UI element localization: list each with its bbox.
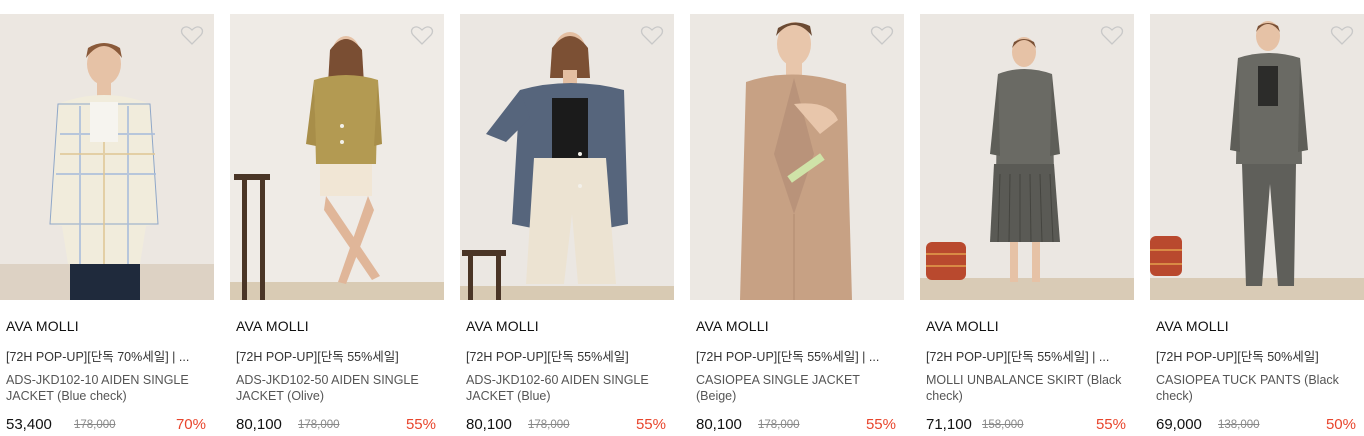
wishlist-heart-icon[interactable]: [410, 24, 434, 46]
model-photo: [230, 14, 444, 300]
model-photo: [0, 14, 214, 300]
price-row: 53,400 178,000 70%: [6, 416, 210, 436]
product-name[interactable]: ADS-JKD102-60 AIDEN SINGLE JACKET (Blue): [466, 372, 670, 404]
product-image[interactable]: [920, 14, 1134, 300]
original-price: 178,000: [528, 419, 570, 431]
wishlist-heart-icon[interactable]: [1330, 24, 1354, 46]
original-price: 158,000: [982, 419, 1024, 431]
original-price: 178,000: [74, 419, 116, 431]
product-name[interactable]: ADS-JKD102-50 AIDEN SINGLE JACKET (Olive…: [236, 372, 440, 404]
product-brand: AVA MOLLI: [1156, 318, 1229, 334]
price-row: 80,100 178,000 55%: [696, 416, 900, 436]
product-name[interactable]: MOLLI UNBALANCE SKIRT (Black check): [926, 372, 1130, 404]
product-promo-tag: [72H POP-UP][단독 55%세일] | ...: [926, 350, 1110, 364]
product-promo-tag: [72H POP-UP][단독 70%세일] | ...: [6, 350, 190, 364]
price-row: 80,100 178,000 55%: [466, 416, 670, 436]
product-card[interactable]: AVA MOLLI [72H POP-UP][단독 55%세일] | ... C…: [690, 0, 904, 436]
sale-price: 53,400: [6, 416, 52, 433]
discount-rate: 55%: [635, 416, 666, 433]
model-photo: [690, 14, 904, 300]
wishlist-heart-icon[interactable]: [640, 24, 664, 46]
sale-price: 80,100: [696, 416, 742, 433]
product-card[interactable]: AVA MOLLI [72H POP-UP][단독 50%세일] CASIOPE…: [1150, 0, 1364, 436]
product-brand: AVA MOLLI: [696, 318, 769, 334]
discount-rate: 55%: [1095, 416, 1126, 433]
model-photo: [920, 14, 1134, 300]
product-grid: AVA MOLLI [72H POP-UP][단독 70%세일] | ... A…: [0, 0, 1364, 436]
product-card[interactable]: AVA MOLLI [72H POP-UP][단독 55%세일] ADS-JKD…: [230, 0, 444, 436]
wishlist-heart-icon[interactable]: [870, 24, 894, 46]
original-price: 178,000: [298, 419, 340, 431]
product-image[interactable]: [690, 14, 904, 300]
price-row: 71,100 158,000 55%: [926, 416, 1130, 436]
discount-rate: 70%: [175, 416, 206, 433]
product-image[interactable]: [230, 14, 444, 300]
product-image[interactable]: [1150, 14, 1364, 300]
price-row: 69,000 138,000 50%: [1156, 416, 1360, 436]
original-price: 178,000: [758, 419, 800, 431]
product-card[interactable]: AVA MOLLI [72H POP-UP][단독 55%세일] | ... M…: [920, 0, 1134, 436]
product-brand: AVA MOLLI: [926, 318, 999, 334]
product-card[interactable]: AVA MOLLI [72H POP-UP][단독 55%세일] ADS-JKD…: [460, 0, 674, 436]
wishlist-heart-icon[interactable]: [1100, 24, 1124, 46]
product-name[interactable]: CASIOPEA SINGLE JACKET (Beige): [696, 372, 900, 404]
model-photo: [1150, 14, 1364, 300]
product-image[interactable]: [460, 14, 674, 300]
original-price: 138,000: [1218, 419, 1260, 431]
product-brand: AVA MOLLI: [236, 318, 309, 334]
price-row: 80,100 178,000 55%: [236, 416, 440, 436]
product-promo-tag: [72H POP-UP][단독 55%세일]: [466, 350, 629, 364]
product-brand: AVA MOLLI: [6, 318, 79, 334]
discount-rate: 50%: [1325, 416, 1356, 433]
sale-price: 80,100: [466, 416, 512, 433]
product-card[interactable]: AVA MOLLI [72H POP-UP][단독 70%세일] | ... A…: [0, 0, 214, 436]
discount-rate: 55%: [405, 416, 436, 433]
product-image[interactable]: [0, 14, 214, 300]
product-brand: AVA MOLLI: [466, 318, 539, 334]
discount-rate: 55%: [865, 416, 896, 433]
product-name[interactable]: ADS-JKD102-10 AIDEN SINGLE JACKET (Blue …: [6, 372, 210, 404]
sale-price: 69,000: [1156, 416, 1202, 433]
product-promo-tag: [72H POP-UP][단독 50%세일]: [1156, 350, 1319, 364]
model-photo: [460, 14, 674, 300]
product-promo-tag: [72H POP-UP][단독 55%세일] | ...: [696, 350, 880, 364]
product-promo-tag: [72H POP-UP][단독 55%세일]: [236, 350, 399, 364]
product-name[interactable]: CASIOPEA TUCK PANTS (Black check): [1156, 372, 1360, 404]
sale-price: 71,100: [926, 416, 972, 433]
sale-price: 80,100: [236, 416, 282, 433]
wishlist-heart-icon[interactable]: [180, 24, 204, 46]
